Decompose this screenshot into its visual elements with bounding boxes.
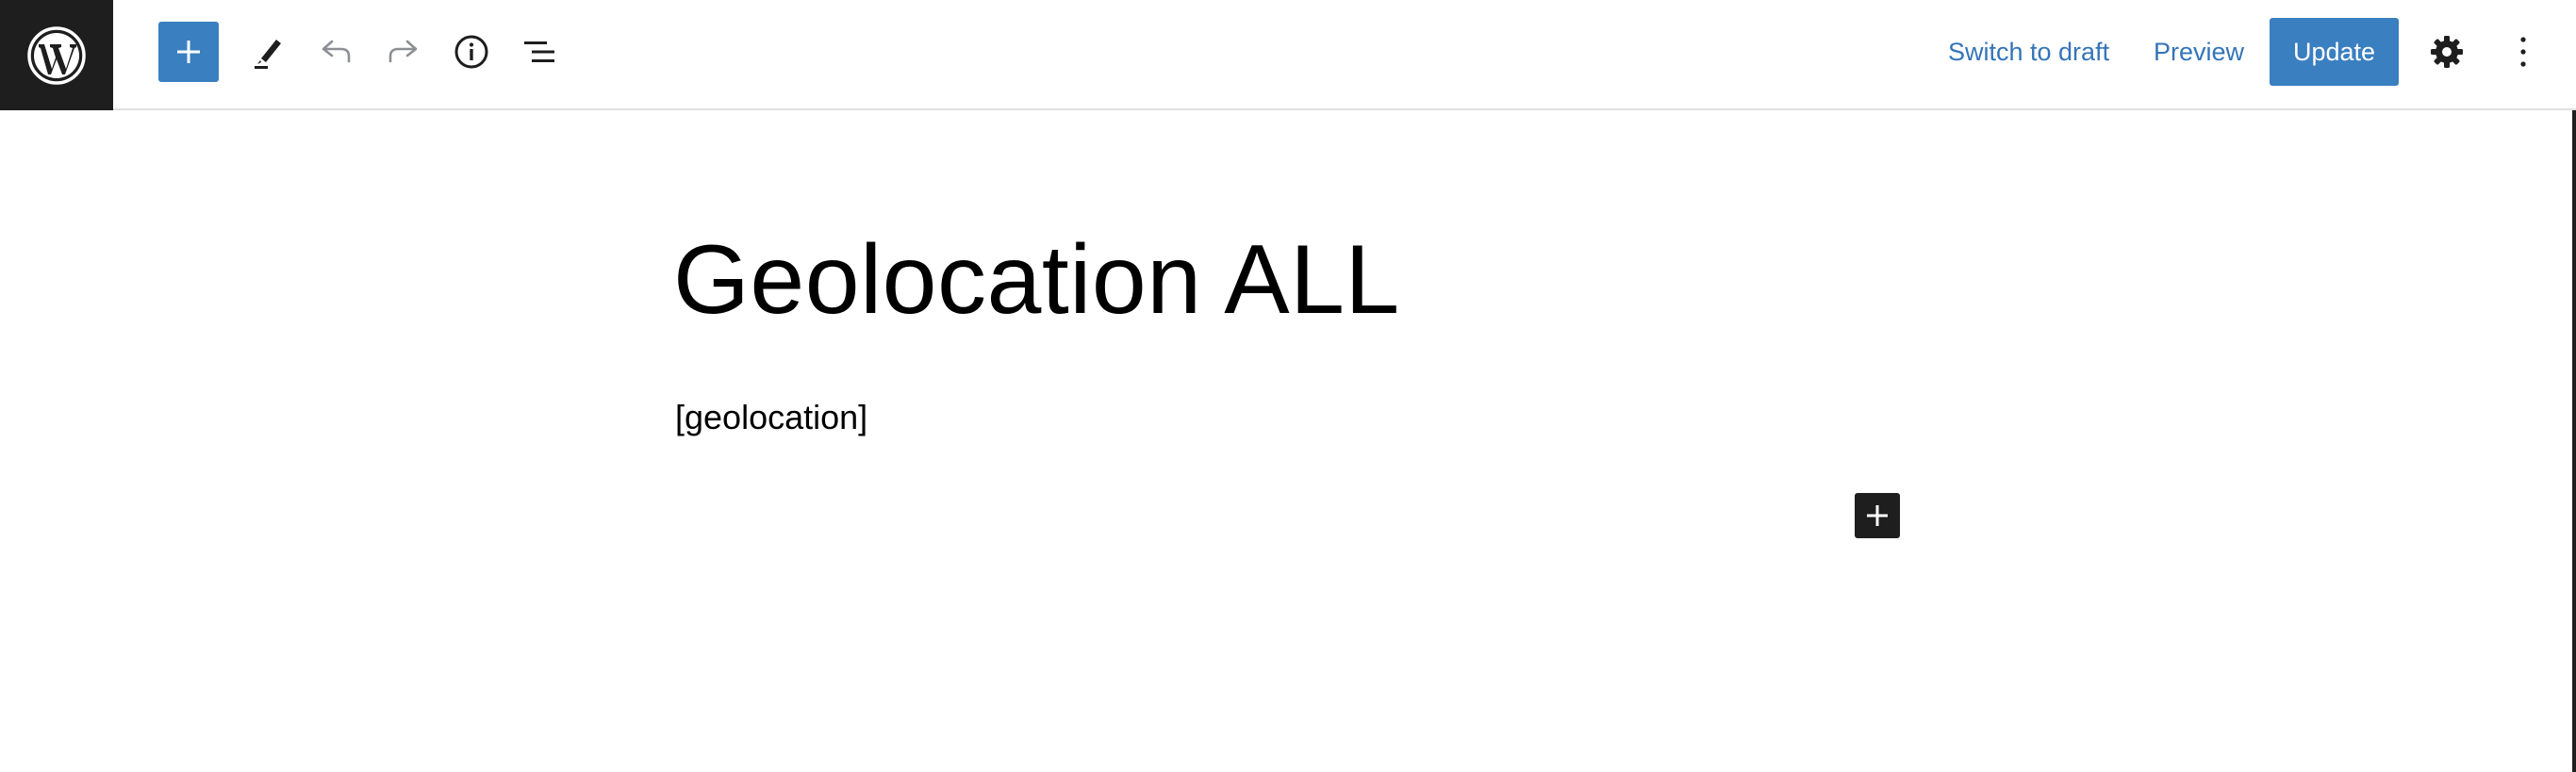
editor-canvas-edge bbox=[2572, 110, 2576, 772]
more-vertical-icon bbox=[2520, 37, 2526, 67]
wordpress-logo-button[interactable] bbox=[0, 0, 113, 110]
update-button[interactable]: Update bbox=[2270, 18, 2399, 86]
block-inserter-button[interactable] bbox=[1855, 493, 1900, 538]
plus-icon bbox=[177, 41, 200, 63]
editor-header: Switch to draft Preview Update bbox=[0, 0, 2576, 110]
add-block-button[interactable] bbox=[158, 22, 219, 82]
switch-to-draft-button[interactable]: Switch to draft bbox=[1948, 22, 2109, 82]
wordpress-icon bbox=[27, 25, 86, 85]
plus-icon bbox=[1867, 505, 1888, 526]
redo-button[interactable] bbox=[373, 22, 434, 82]
pencil-icon bbox=[255, 40, 281, 69]
options-button[interactable] bbox=[2504, 22, 2542, 82]
post-title[interactable]: Geolocation ALL bbox=[673, 231, 1400, 329]
paragraph-block[interactable]: [geolocation] bbox=[675, 401, 867, 435]
preview-button[interactable]: Preview bbox=[2154, 22, 2244, 82]
redo-icon bbox=[388, 40, 418, 63]
details-button[interactable] bbox=[441, 22, 502, 82]
settings-button[interactable] bbox=[2417, 22, 2477, 82]
undo-button[interactable] bbox=[305, 22, 366, 82]
list-view-icon bbox=[524, 41, 554, 62]
list-view-button[interactable] bbox=[509, 22, 570, 82]
undo-icon bbox=[322, 40, 351, 63]
info-icon bbox=[454, 35, 488, 69]
tools-button[interactable] bbox=[238, 22, 298, 82]
gear-icon bbox=[2431, 36, 2463, 68]
